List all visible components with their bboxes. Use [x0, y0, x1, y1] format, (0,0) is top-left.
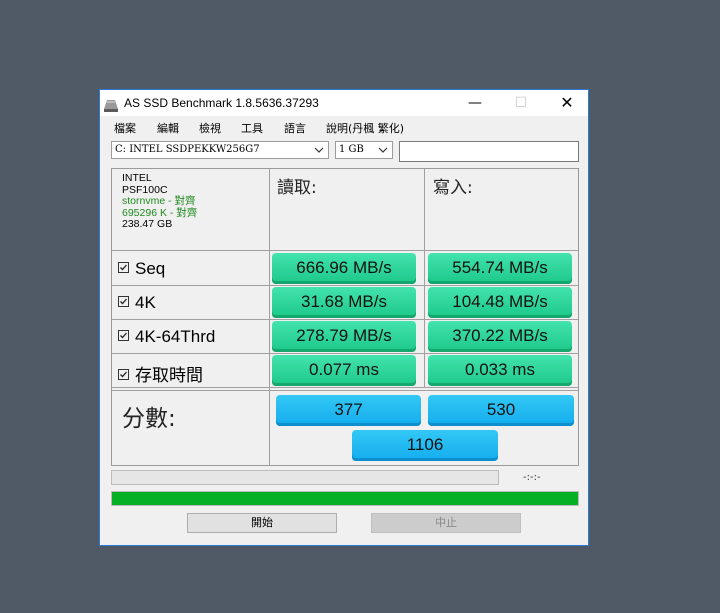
test-label-access-time: 存取時間 — [135, 366, 203, 385]
grid-divider — [112, 319, 578, 320]
grid-divider — [112, 387, 578, 388]
maximize-button[interactable]: ☐ — [498, 90, 544, 116]
grid-divider — [112, 353, 578, 354]
test-label-seq: Seq — [135, 259, 166, 278]
test-row-4k[interactable]: 4K — [118, 293, 156, 313]
test-row-4k-64thrd[interactable]: 4K-64Thrd — [118, 327, 215, 347]
access-time-write-result: 0.033 ms — [428, 355, 572, 386]
comment-input[interactable] — [399, 141, 579, 162]
seq-write-result: 554.74 MB/s — [428, 253, 572, 284]
menu-edit[interactable]: 編輯 — [157, 120, 179, 136]
score-read: 377 — [276, 395, 421, 426]
grid-divider — [424, 169, 425, 387]
driver-status: stornvme - 對齊 — [122, 195, 196, 207]
4k-read-result: 31.68 MB/s — [272, 287, 416, 318]
chevron-down-icon — [378, 145, 388, 155]
4k-64thrd-read-result: 278.79 MB/s — [272, 321, 416, 352]
menu-view[interactable]: 檢視 — [199, 120, 221, 136]
app-window: AS SSD Benchmark 1.8.5636.37293 — ☐ ✕ 檔案… — [99, 89, 589, 546]
test-row-seq[interactable]: Seq — [118, 259, 165, 279]
drive-icon — [104, 97, 118, 112]
checkbox-checked-icon[interactable] — [118, 369, 129, 380]
grid-divider — [112, 390, 578, 391]
test-size-select[interactable]: 1 GB — [335, 141, 393, 159]
menu-language[interactable]: 語言 — [284, 120, 306, 136]
checkbox-checked-icon[interactable] — [118, 330, 129, 341]
total-progress-bar — [111, 491, 579, 506]
seq-read-result: 666.96 MB/s — [272, 253, 416, 284]
window-title: AS SSD Benchmark 1.8.5636.37293 — [124, 96, 319, 110]
close-button[interactable]: ✕ — [544, 90, 590, 116]
drive-info: INTEL PSF100C stornvme - 對齊 695296 K - 對… — [122, 172, 197, 231]
score-label: 分數: — [122, 406, 176, 432]
title-bar: AS SSD Benchmark 1.8.5636.37293 — ☐ ✕ — [100, 90, 588, 116]
test-size-value: 1 GB — [339, 144, 364, 155]
grid-divider — [112, 250, 578, 251]
menu-help[interactable]: 說明(丹楓 繁化) — [326, 120, 404, 136]
chevron-down-icon — [314, 145, 324, 155]
test-label-4k-64thrd: 4K-64Thrd — [135, 327, 216, 346]
drive-select[interactable]: C: INTEL SSDPEKKW256G7 — [111, 141, 329, 159]
stop-button[interactable]: 中止 — [371, 513, 521, 533]
menu-bar: 檔案 編輯 檢視 工具 語言 說明(丹楓 繁化) — [100, 117, 588, 137]
menu-file[interactable]: 檔案 — [114, 120, 136, 136]
test-progress-bar — [111, 470, 499, 485]
score-write: 530 — [428, 395, 574, 426]
grid-divider — [269, 169, 270, 465]
test-row-access-time[interactable]: 存取時間 — [118, 361, 203, 386]
write-header: 寫入: — [433, 178, 473, 198]
minimize-button[interactable]: — — [452, 90, 498, 116]
start-button[interactable]: 開始 — [187, 513, 337, 533]
score-total: 1106 — [352, 430, 498, 461]
test-label-4k: 4K — [135, 293, 156, 312]
4k-write-result: 104.48 MB/s — [428, 287, 572, 318]
4k-64thrd-write-result: 370.22 MB/s — [428, 321, 572, 352]
menu-tools[interactable]: 工具 — [241, 120, 263, 136]
elapsed-time: -:-:- — [523, 472, 541, 483]
access-time-read-result: 0.077 ms — [272, 355, 416, 386]
checkbox-checked-icon[interactable] — [118, 262, 129, 273]
checkbox-checked-icon[interactable] — [118, 296, 129, 307]
drive-select-value: C: INTEL SSDPEKKW256G7 — [115, 144, 260, 155]
results-grid: INTEL PSF100C stornvme - 對齊 695296 K - 對… — [111, 168, 579, 466]
read-header: 讀取: — [277, 178, 317, 198]
total-progress-fill — [112, 492, 578, 505]
drive-vendor: INTEL — [122, 172, 152, 184]
grid-divider — [112, 285, 578, 286]
drive-capacity: 238.47 GB — [122, 218, 173, 230]
